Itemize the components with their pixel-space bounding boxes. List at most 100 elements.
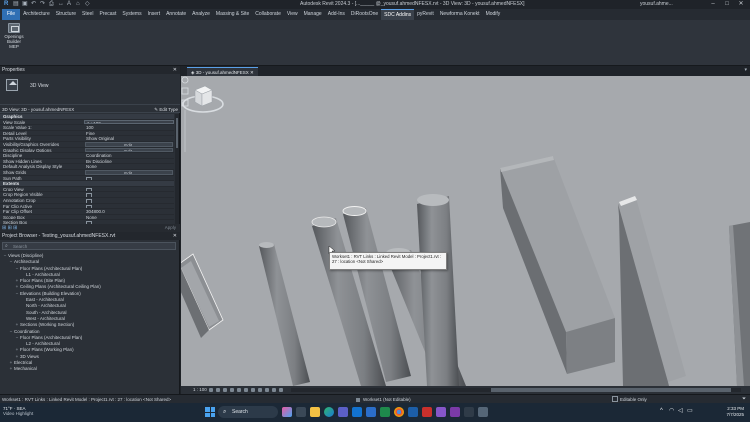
taskbar-clock[interactable]: 2:33 PM 7/7/2025	[726, 406, 744, 418]
tab-precast[interactable]: Precast	[96, 9, 119, 20]
undo-icon[interactable]: ↶	[31, 1, 37, 7]
measure-icon[interactable]: ↔	[58, 1, 64, 7]
wifi-icon[interactable]: ◠	[669, 408, 675, 414]
open-icon[interactable]: ▤	[13, 1, 19, 7]
section-icon[interactable]: ◇	[85, 1, 91, 7]
tab-architecture[interactable]: Architecture	[20, 9, 53, 20]
sun-path-icon[interactable]	[223, 388, 227, 392]
apply-button[interactable]: Apply	[165, 225, 176, 230]
excel-icon[interactable]	[380, 407, 390, 417]
edit-button[interactable]: Edit...	[85, 141, 173, 147]
detail-level-icon[interactable]	[209, 388, 213, 392]
3d-viewport[interactable]	[181, 76, 750, 386]
onenote-icon[interactable]	[450, 407, 460, 417]
taskbar-search[interactable]: ⌕ Search	[218, 406, 278, 418]
lock-view-icon[interactable]	[258, 388, 262, 392]
tab-structure[interactable]: Structure	[53, 9, 79, 20]
crop-view-icon[interactable]	[244, 388, 248, 392]
render-icon[interactable]	[237, 388, 241, 392]
edge-icon[interactable]	[324, 407, 334, 417]
visual-style-icon[interactable]	[216, 388, 220, 392]
view-scale[interactable]: 1 : 100	[193, 386, 207, 394]
word-icon[interactable]	[366, 407, 376, 417]
tab-analyze[interactable]: Analyze	[189, 9, 213, 20]
tab-modify[interactable]: Modify	[483, 9, 504, 20]
copilot-icon[interactable]	[282, 407, 292, 417]
tab-pyrevit[interactable]: pyRevit	[414, 9, 437, 20]
shadows-icon[interactable]	[230, 388, 234, 392]
teams-icon[interactable]	[338, 407, 348, 417]
property-value[interactable]: 304800.0	[84, 209, 174, 214]
property-checkbox[interactable]	[84, 198, 174, 203]
outlook-icon[interactable]	[352, 407, 362, 417]
close-icon[interactable]: ✕	[173, 66, 177, 74]
property-value[interactable]: Show Original	[84, 136, 174, 141]
browser-search-input[interactable]: ⌕ Search	[2, 242, 176, 250]
task-view-icon[interactable]	[296, 407, 306, 417]
tab-file[interactable]: File	[2, 9, 21, 20]
close-icon[interactable]: ✕	[734, 0, 748, 9]
navigation-bar[interactable]	[181, 76, 189, 156]
edit-type-button[interactable]: ✎ Edit Type	[154, 106, 178, 113]
crop-region-icon[interactable]	[251, 388, 255, 392]
tab-collaborate[interactable]: Collaborate	[252, 9, 284, 20]
property-value[interactable]: 1 : 100	[84, 119, 174, 125]
redo-icon[interactable]: ↷	[40, 1, 46, 7]
tab-menu-icon[interactable]: ▾	[744, 67, 747, 73]
close-tab-icon[interactable]: ✕	[250, 70, 254, 75]
browser-node[interactable]: + Mechanical	[0, 366, 174, 372]
type-selector[interactable]: 3D View	[0, 74, 180, 104]
tab-annotate[interactable]: Annotate	[163, 9, 189, 20]
temporary-hide-icon[interactable]	[265, 388, 269, 392]
property-value[interactable]: Fine	[84, 131, 174, 136]
reveal-hidden-icon[interactable]	[272, 388, 276, 392]
tab-steel[interactable]: Steel	[79, 9, 96, 20]
edit-button[interactable]: Edit...	[85, 147, 173, 153]
tab-insert[interactable]: Insert	[145, 9, 164, 20]
volume-icon[interactable]: ◁	[678, 408, 684, 414]
3d-view-icon[interactable]: ⌂	[76, 1, 82, 7]
property-value[interactable]: None	[84, 215, 174, 220]
text-icon[interactable]: A	[67, 1, 73, 7]
property-checkbox[interactable]	[84, 204, 174, 209]
weather-widget[interactable]: 71°F · SEA Video Highlight	[3, 406, 33, 416]
property-checkbox[interactable]	[84, 176, 174, 181]
workset-selector[interactable]: Workset1 (Not Editable)	[356, 396, 411, 403]
tab-systems[interactable]: Systems	[119, 9, 144, 20]
horizontal-scrollbar[interactable]	[291, 388, 741, 392]
revit-taskbar-icon[interactable]	[408, 407, 418, 417]
property-value[interactable]: None	[84, 164, 174, 169]
filter-icon[interactable]: ⏷	[742, 396, 746, 403]
start-button[interactable]	[205, 407, 215, 417]
terminal-icon[interactable]	[464, 407, 474, 417]
tab-massing-site[interactable]: Massing & Site	[213, 9, 252, 20]
visual-studio-icon[interactable]	[436, 407, 446, 417]
edit-button[interactable]: Edit...	[85, 169, 173, 175]
worksharing-display-icon[interactable]	[279, 388, 283, 392]
tab-manage[interactable]: Manage	[301, 9, 325, 20]
property-checkbox[interactable]	[84, 192, 174, 197]
tab-newforma-konekt[interactable]: Newforma Konekt	[437, 9, 483, 20]
instance-selector[interactable]: 3D View: 3D - yousuf.ahmedNFESX	[2, 106, 74, 113]
chevron-up-icon[interactable]: ^	[660, 408, 666, 414]
tab-dirootsone[interactable]: DiRootsOne	[348, 9, 381, 20]
file-explorer-icon[interactable]	[310, 407, 320, 417]
editable-only-checkbox[interactable]: Editable Only	[612, 396, 647, 403]
property-value[interactable]: 100	[84, 125, 174, 130]
property-value[interactable]: By Discipline	[84, 159, 174, 164]
tab-3d-view[interactable]: ◈ 3D - yousuf.ahmedNFESX ✕	[187, 67, 258, 76]
settings-icon[interactable]	[478, 407, 488, 417]
properties-help-icon[interactable]: ⊞ ⊞ ⊞	[2, 225, 17, 231]
close-icon[interactable]: ✕	[173, 232, 177, 240]
acrobat-icon[interactable]	[422, 407, 432, 417]
minimize-icon[interactable]: –	[706, 0, 720, 9]
tab-sdc-addins[interactable]: SDC Addins	[381, 9, 415, 20]
maximize-icon[interactable]: □	[720, 0, 734, 9]
print-icon[interactable]: ⎙	[49, 1, 55, 7]
save-icon[interactable]: ▣	[22, 1, 28, 7]
properties-scrollbar[interactable]	[175, 114, 179, 226]
user-account[interactable]: yousuf.ahme...	[640, 1, 673, 7]
property-value[interactable]: Coordination	[84, 153, 174, 158]
battery-icon[interactable]: ▭	[687, 408, 693, 414]
tab-add-ins[interactable]: Add-Ins	[325, 9, 348, 20]
